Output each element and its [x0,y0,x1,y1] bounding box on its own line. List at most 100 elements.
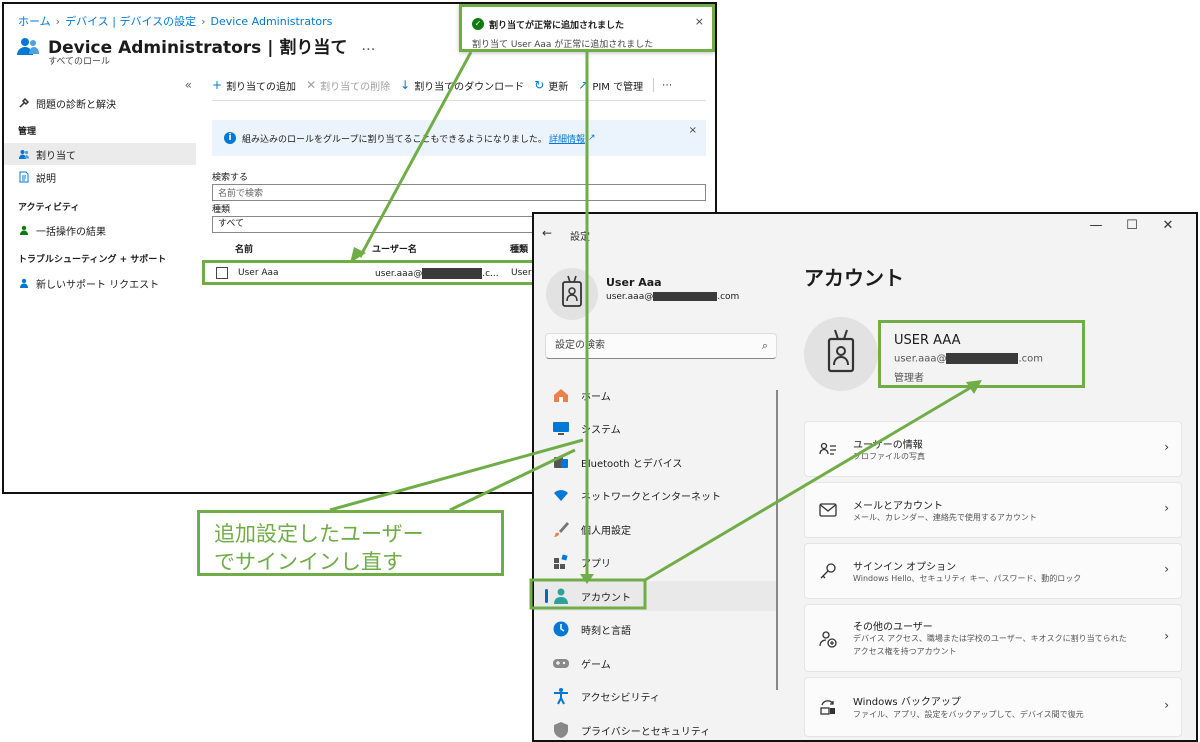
redaction-block [422,268,483,279]
breadcrumb-device-admins[interactable]: Device Administrators [211,15,333,28]
settings-search-input[interactable]: 設定の検索 ⌕ [545,333,777,359]
plus-icon: + [212,78,223,92]
monitor-icon [553,422,569,435]
nav-item-accessibility[interactable]: アクセシビリティ [534,681,778,711]
close-button[interactable]: ✕ [1150,218,1186,233]
nav-item-personalization[interactable]: 個人用設定 [534,514,778,544]
refresh-button[interactable]: ↻ 更新 [534,78,568,93]
maximize-button[interactable]: ☐ [1114,218,1150,233]
shield-icon [554,722,568,738]
nav-item-label: 一括操作の結果 [36,226,106,238]
add-assignment-button[interactable]: + 割り当ての追加 [212,78,296,93]
card-other-users[interactable]: その他のユーザー デバイス アクセス、職場または学校のユーザー、キオスクに割り当… [804,604,1182,672]
mail-icon [819,503,837,517]
search-label: 検索する [212,173,249,183]
nav-item-gaming[interactable]: ゲーム [534,648,778,678]
accessibility-icon [554,688,568,705]
devices-icon [554,457,568,468]
id-badge-icon [827,329,855,373]
card-windows-backup[interactable]: Windows バックアップ ファイル、アプリ、設定をバックアップして、デバイス… [804,677,1182,737]
pim-manage-button[interactable]: ↗ PIM で管理 [578,78,643,93]
chevron-right-icon: › [1164,562,1169,576]
column-header-username[interactable]: ユーザー名 [372,242,417,255]
avatar[interactable] [804,317,878,391]
card-title: その他のユーザー [853,622,933,633]
more-commands-button[interactable]: ⋯ [662,80,672,91]
person-support-icon [20,278,28,288]
person-add-icon [819,631,837,648]
id-badge-icon [562,275,582,307]
success-toast: ✓ 割り当てが正常に追加されました 割り当て User Aaa が正常に追加され… [459,4,715,52]
card-sign-in-options[interactable]: サインイン オプション Windows Hello、セキュリティ キー、パスワー… [804,543,1182,599]
profile-email: user.aaa@ .com [894,353,1044,365]
user-name: User Aaa [606,276,662,289]
user-email: user.aaa@ .com [606,292,740,302]
backup-icon [820,700,835,715]
nav-section-support: トラブルシューティング + サポート [18,255,167,265]
minimize-button[interactable]: — [1078,218,1114,233]
gamepad-icon [553,659,569,668]
nav-item-diagnose[interactable]: 問題の診断と解決 [4,92,196,114]
info-icon: i [224,132,236,144]
nav-item-apps[interactable]: アプリ [534,547,778,577]
nav-item-system[interactable]: システム [534,413,778,443]
redaction-block [946,353,1019,364]
toast-title: 割り当てが正常に追加されました [489,21,625,31]
card-subtitle: プロファイルの写真 [853,452,925,461]
back-button[interactable]: ← [542,226,552,240]
nav-item-assignments[interactable]: 割り当て [4,143,196,165]
nav-item-accounts[interactable]: アカウント [534,581,778,611]
info-text: 組み込みのロールをグループに割り当てることもできるようになりました。 [242,134,547,145]
nav-item-home[interactable]: ホーム [534,380,778,410]
info-close-button[interactable]: × [689,125,697,136]
nav-item-bluetooth[interactable]: Bluetooth とデバイス [534,447,778,477]
column-header-type[interactable]: 種類 [510,242,528,255]
chevron-right-icon: › [1164,440,1169,454]
home-icon [554,389,568,402]
checkmark-icon: ✓ [472,18,484,30]
search-icon: ⌕ [761,339,768,352]
table-row[interactable]: User Aaa user.aaa@ .c... User [202,260,536,285]
divider [212,100,706,101]
search-input[interactable] [212,184,706,201]
nav-item-network[interactable]: ネットワークとインターネット [534,480,778,510]
nav-item-label: 割り当て [36,150,76,162]
refresh-icon: ↻ [534,78,545,92]
column-header-name[interactable]: 名前 [235,242,253,255]
card-title: サインイン オプション [853,562,957,573]
wrench-icon [19,97,30,108]
row-checkbox[interactable] [216,267,228,279]
remove-assignment-button[interactable]: ✕ 割り当ての削除 [306,78,390,93]
row-name[interactable]: User Aaa [238,268,279,278]
card-title: メールとアカウント [853,501,943,512]
breadcrumb: ホーム › デバイス | デバイスの設定 › Device Administrators [18,15,333,28]
page-subtitle: すべてのロール [48,57,111,67]
breadcrumb-device-settings[interactable]: デバイス | デバイスの設定 [65,15,196,28]
apps-icon [554,554,568,569]
nav-item-time-language[interactable]: 時刻と言語 [534,614,778,644]
card-subtitle: デバイス アクセス、職場または学校のユーザー、キオスクに割り当てられた [853,634,1127,643]
callout-line-2: でサインインし直す [214,550,403,574]
card-your-info[interactable]: ユーザーの情報 プロファイルの写真 › [804,421,1182,477]
collapse-nav-button[interactable]: « [185,78,192,92]
nav-item-description[interactable]: 説明 [4,166,196,188]
card-email-accounts[interactable]: メールとアカウント メール、カレンダー、連絡先で使用するアカウント › [804,482,1182,538]
download-assignments-button[interactable]: ↓ 割り当てのダウンロード [400,78,524,93]
card-subtitle: メール、カレンダー、連絡先で使用するアカウント [853,513,1037,522]
left-nav: « 問題の診断と解決 管理 割り当て 説明 アクティビティ 一括操作の結果 トラ… [4,76,196,492]
callout-box: 追加設定したユーザー でサインインし直す [197,510,504,576]
nav-item-label: 新しいサポート リクエスト [36,279,160,291]
nav-item-new-support[interactable]: 新しいサポート リクエスト [4,272,196,294]
toast-close-button[interactable]: × [695,15,704,28]
nav-item-bulk-results[interactable]: 一括操作の結果 [4,219,196,241]
breadcrumb-home[interactable]: ホーム [18,15,51,28]
more-options-button[interactable]: … [361,38,375,54]
card-subtitle: Windows Hello、セキュリティ キー、パスワード、動的ロック [853,574,1082,583]
redaction-block [653,292,718,301]
command-bar: + 割り当ての追加 ✕ 割り当ての削除 ↓ 割り当てのダウンロード ↻ 更新 ↗ PIM … [212,74,682,96]
nav-item-privacy[interactable]: プライバシーとセキュリティ [534,715,778,740]
learn-more-link[interactable]: 詳細情報 [549,132,585,145]
scrollbar[interactable] [776,390,778,690]
avatar[interactable] [546,268,598,320]
chevron-right-icon: › [1164,629,1169,643]
